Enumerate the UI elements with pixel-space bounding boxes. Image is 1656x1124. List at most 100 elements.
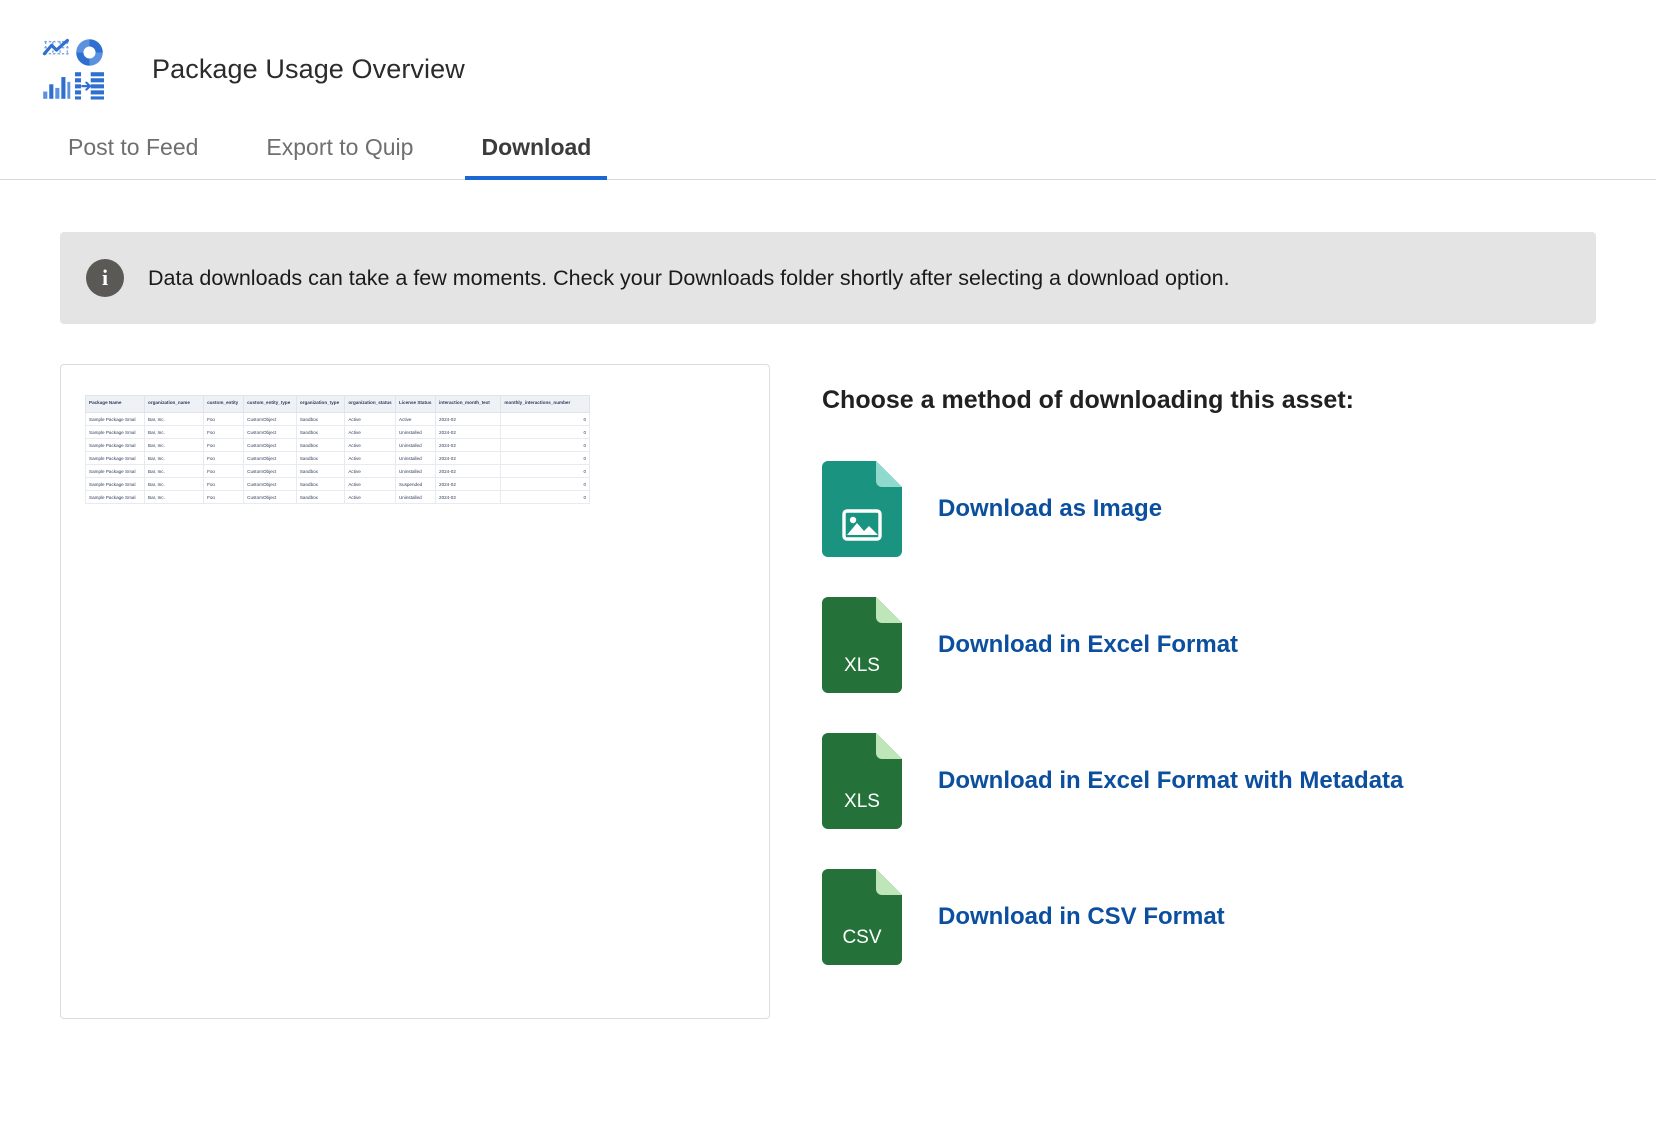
download-excel-metadata-label: Download in Excel Format with Metadata [938,767,1404,794]
cell-interaction-month: 2024-02 [435,438,502,452]
column-header: custom_entity [203,395,245,413]
cell-organization-status: Active [344,490,396,504]
table-row: Sample Package Smal Bar, Inc. Foo Custom… [84,477,590,491]
cell-package-name: Sample Package Smal [84,464,146,478]
tab-export-to-quip[interactable]: Export to Quip [260,134,419,179]
cell-package-name: Sample Package Smal [84,490,146,504]
cell-monthly-interactions: 0 [500,438,590,452]
cell-monthly-interactions: 0 [500,490,590,504]
cell-organization-name: Bar, Inc. [144,451,205,465]
download-as-image-option[interactable]: Download as Image [822,461,1403,557]
bar-chart-icon [42,71,71,100]
cell-interaction-month: 2024-02 [435,490,502,504]
image-file-icon [822,461,902,557]
cell-custom-entity-type: CustomObject [243,490,297,504]
column-header: organization_type [295,395,346,413]
cell-organization-type: Sandbox [295,490,346,504]
funnel-chart-icon [75,71,104,100]
cell-license-status: Uninstalled [394,425,437,439]
cell-interaction-month: 2024-02 [435,451,502,465]
column-header: monthly_interactions_number [500,395,590,413]
cell-package-name: Sample Package Smal [84,451,146,465]
cell-organization-type: Sandbox [295,412,346,426]
cell-custom-entity: Foo [203,464,245,478]
cell-custom-entity-type: CustomObject [243,464,297,478]
table-row: Sample Package Smal Bar, Inc. Foo Custom… [84,451,590,465]
cell-package-name: Sample Package Smal [84,425,146,439]
download-excel-option[interactable]: XLS Download in Excel Format [822,597,1403,693]
preview-table: Package Name organization_name custom_en… [84,395,590,504]
cell-organization-name: Bar, Inc. [144,464,205,478]
cell-organization-type: Sandbox [295,425,346,439]
download-options-list: Download as Image XLS Download in Excel … [822,461,1403,965]
line-chart-icon [42,38,71,67]
svg-text:XLS: XLS [844,791,880,812]
svg-text:CSV: CSV [842,927,881,948]
cell-monthly-interactions: 0 [500,451,590,465]
cell-custom-entity-type: CustomObject [243,477,297,491]
download-heading: Choose a method of downloading this asse… [822,386,1354,414]
cell-interaction-month: 2024-02 [435,412,502,426]
cell-organization-type: Sandbox [295,477,346,491]
cell-custom-entity-type: CustomObject [243,412,297,426]
cell-organization-name: Bar, Inc. [144,438,205,452]
cell-custom-entity: Foo [203,477,245,491]
info-banner-wrapper: i Data downloads can take a few moments.… [0,180,1656,324]
table-header-row: Package Name organization_name custom_en… [84,395,590,413]
table-row: Sample Package Smal Bar, Inc. Foo Custom… [84,412,590,426]
info-banner: i Data downloads can take a few moments.… [60,232,1596,324]
cell-organization-status: Active [344,425,396,439]
cell-monthly-interactions: 0 [500,425,590,439]
cell-custom-entity-type: CustomObject [243,451,297,465]
cell-package-name: Sample Package Smal [84,477,146,491]
cell-interaction-month: 2024-02 [435,464,502,478]
cell-package-name: Sample Package Smal [84,412,146,426]
xls-file-icon: XLS [822,597,902,693]
column-header: Package Name [84,395,146,413]
download-as-image-label: Download as Image [938,495,1163,522]
column-header: organization_name [144,395,205,413]
cell-license-status: Uninstalled [394,464,437,478]
asset-preview-card: Package Name organization_name custom_en… [60,364,770,1019]
cell-custom-entity: Foo [203,425,245,439]
cell-organization-name: Bar, Inc. [144,477,205,491]
tab-download[interactable]: Download [465,134,608,180]
cell-custom-entity: Foo [203,412,245,426]
table-row: Sample Package Smal Bar, Inc. Foo Custom… [84,438,590,452]
column-header: License Status [394,395,437,413]
download-excel-metadata-option[interactable]: XLS Download in Excel Format with Metada… [822,733,1403,829]
cell-organization-type: Sandbox [295,464,346,478]
cell-organization-status: Active [344,412,396,426]
main-content: Package Name organization_name custom_en… [0,324,1656,1019]
cell-organization-status: Active [344,464,396,478]
cell-organization-type: Sandbox [295,451,346,465]
svg-text:XLS: XLS [844,655,880,676]
donut-chart-icon [75,38,104,67]
cell-custom-entity-type: CustomObject [243,438,297,452]
csv-file-icon: CSV [822,869,902,965]
cell-license-status: Uninstalled [394,490,437,504]
cell-organization-type: Sandbox [295,438,346,452]
cell-monthly-interactions: 0 [500,412,590,426]
cell-organization-status: Active [344,438,396,452]
download-csv-option[interactable]: CSV Download in CSV Format [822,869,1403,965]
info-banner-message: Data downloads can take a few moments. C… [148,265,1230,290]
tab-post-to-feed[interactable]: Post to Feed [62,134,204,179]
download-panel: Choose a method of downloading this asse… [770,364,1403,1019]
table-row: Sample Package Smal Bar, Inc. Foo Custom… [84,464,590,478]
cell-license-status: Active [394,412,437,426]
cell-organization-name: Bar, Inc. [144,412,205,426]
column-header: interaction_month_text [435,395,502,413]
column-header: organization_status [344,395,396,413]
table-row: Sample Package Smal Bar, Inc. Foo Custom… [84,490,590,504]
cell-interaction-month: 2024-02 [435,477,502,491]
download-csv-label: Download in CSV Format [938,903,1225,930]
cell-custom-entity-type: CustomObject [243,425,297,439]
app-logo [42,38,104,100]
info-icon: i [86,259,124,297]
cell-license-status: Uninstalled [394,438,437,452]
cell-organization-name: Bar, Inc. [144,425,205,439]
cell-monthly-interactions: 0 [500,464,590,478]
table-row: Sample Package Smal Bar, Inc. Foo Custom… [84,425,590,439]
cell-organization-status: Active [344,477,396,491]
